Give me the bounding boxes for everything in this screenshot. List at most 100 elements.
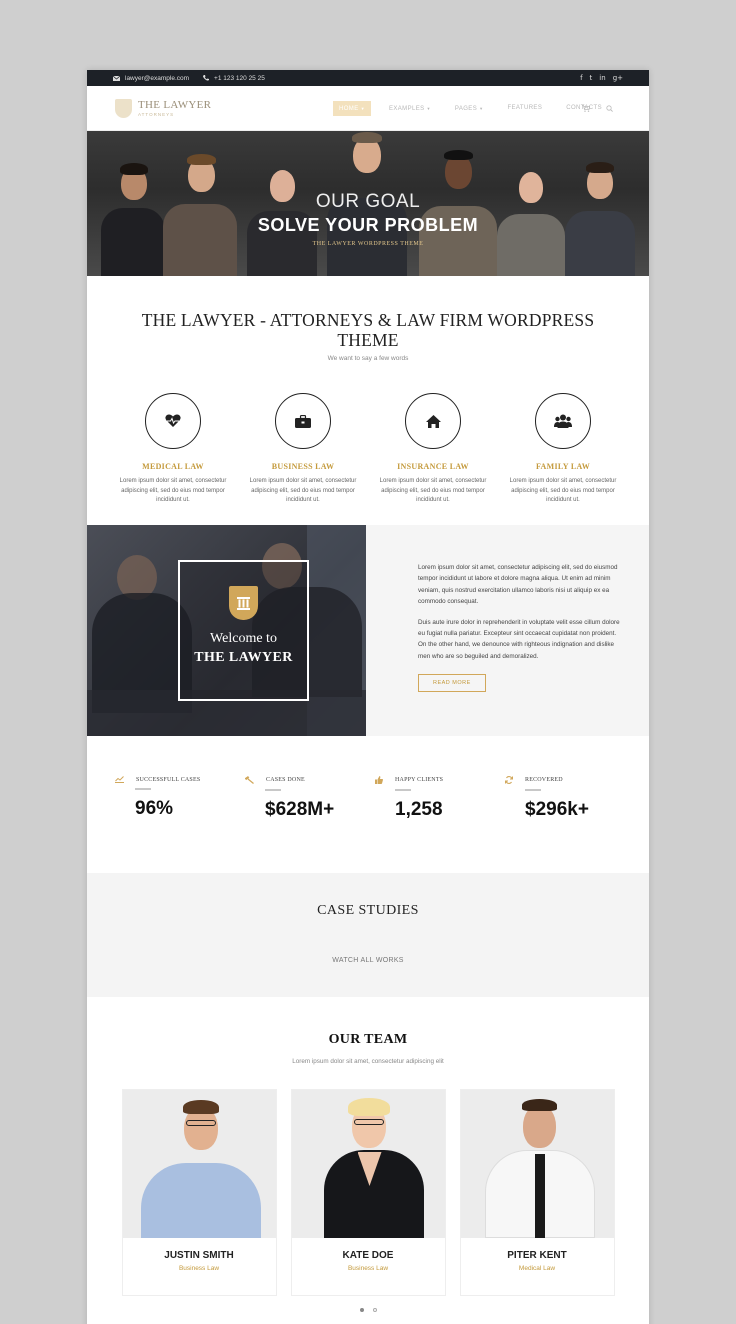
service-icon-circle	[535, 393, 591, 449]
team-subtitle: Lorem ipsum dolor sit amet, consectetur …	[292, 1058, 444, 1065]
main-nav: HOME ▼ EXAMPLES ▼ PAGES ▼ FEATURES CONTACTS	[333, 101, 620, 116]
welcome-paragraph-2: Duis aute irure dolor in reprehenderit i…	[418, 618, 620, 660]
service-title: MEDICAL LAW	[142, 462, 204, 471]
intro-title: THE LAWYER - ATTORNEYS & LAW FIRM WORDPR…	[141, 310, 595, 350]
team-member-photo	[122, 1090, 276, 1238]
welcome-box: Welcome to THE LAWYER	[178, 560, 309, 701]
team-member-role: Business Law	[347, 1265, 389, 1272]
chart-icon	[115, 776, 124, 783]
service-icon-circle	[405, 393, 461, 449]
chevron-down-icon: ▼	[426, 106, 431, 111]
logo[interactable]: THE LAWYER ATTORNEYS	[115, 98, 211, 118]
facebook-icon[interactable]: f	[580, 74, 582, 82]
read-more-button[interactable]: READ MORE	[418, 674, 486, 693]
team-member-card[interactable]: PITER KENT Medical Law	[459, 1089, 615, 1296]
stat-divider	[395, 789, 411, 791]
search-icon[interactable]	[606, 105, 613, 112]
hero-banner: OUR GOAL SOLVE YOUR PROBLEM THE LAWYER W…	[87, 131, 649, 276]
stat-divider	[265, 789, 281, 791]
team-member-photo	[460, 1090, 614, 1238]
logo-shield-icon	[115, 98, 132, 118]
google-plus-icon[interactable]: g+	[613, 74, 623, 82]
team-member-card[interactable]: KATE DOE Business Law	[290, 1089, 446, 1296]
chevron-down-icon: ▼	[479, 106, 484, 111]
team-member-name: JUSTIN SMITH	[164, 1250, 234, 1261]
top-bar: lawyer@example.com +1 123 120 25 25 f t …	[87, 70, 649, 86]
linkedin-icon[interactable]: in	[599, 74, 605, 82]
team-title: OUR TEAM	[328, 1032, 408, 1047]
team-member-name: PITER KENT	[507, 1250, 567, 1261]
service-item[interactable]: BUSINESS LAW Lorem ipsum dolor sit amet,…	[238, 393, 368, 506]
thumbs-up-icon	[375, 776, 383, 784]
team-member-role: Medical Law	[518, 1265, 556, 1272]
phone-link[interactable]: +1 123 120 25 25	[203, 75, 265, 82]
welcome-line-1: Welcome to	[210, 631, 277, 646]
stat-value: $628M+	[265, 799, 335, 820]
gavel-icon	[245, 776, 254, 784]
service-text: Lorem ipsum dolor sit amet, consectetur …	[379, 478, 487, 503]
service-text: Lorem ipsum dolor sit amet, consectetur …	[249, 478, 357, 503]
stats-section: SUCCESSFULL CASES 96% CASES DONE $628M+ …	[87, 776, 649, 821]
nav-home-label: HOME	[339, 106, 359, 112]
chevron-down-icon: ▼	[360, 106, 365, 111]
page: lawyer@example.com +1 123 120 25 25 f t …	[87, 70, 649, 1324]
hero-text: OUR GOAL SOLVE YOUR PROBLEM THE LAWYER W…	[87, 191, 649, 247]
team-member-name: KATE DOE	[342, 1250, 394, 1261]
nav-examples[interactable]: EXAMPLES ▼	[383, 101, 437, 116]
cart-icon[interactable]	[582, 105, 590, 112]
nav-features-label: FEATURES	[507, 105, 543, 111]
nav-home[interactable]: HOME ▼	[333, 101, 371, 116]
home-icon	[425, 414, 441, 428]
stat-label: HAPPY CLIENTS	[395, 777, 444, 783]
stat-label: RECOVERED	[525, 777, 563, 783]
stat-divider	[525, 789, 541, 791]
envelope-icon	[113, 75, 120, 81]
nav-pages[interactable]: PAGES ▼	[449, 101, 490, 116]
users-icon	[554, 414, 572, 428]
carousel-dots	[87, 1308, 649, 1312]
stat-item: RECOVERED $296k+	[505, 776, 635, 821]
case-studies-section: CASE STUDIES WATCH ALL WORKS	[87, 873, 649, 997]
stat-label: SUCCESSFULL CASES	[136, 776, 201, 783]
stat-item: HAPPY CLIENTS 1,258	[375, 776, 505, 821]
services-list: MEDICAL LAW Lorem ipsum dolor sit amet, …	[87, 393, 649, 506]
stat-divider	[135, 788, 151, 790]
service-item[interactable]: FAMILY LAW Lorem ipsum dolor sit amet, c…	[498, 393, 628, 506]
header-icons	[582, 105, 613, 112]
service-item[interactable]: INSURANCE LAW Lorem ipsum dolor sit amet…	[368, 393, 498, 506]
team-member-photo	[291, 1090, 445, 1238]
stat-value: 96%	[135, 798, 174, 819]
intro-section: THE LAWYER - ATTORNEYS & LAW FIRM WORDPR…	[87, 276, 649, 506]
hero-line-2: SOLVE YOUR PROBLEM	[257, 215, 479, 235]
welcome-text: Lorem ipsum dolor sit amet, consectetur …	[366, 525, 649, 736]
service-text: Lorem ipsum dolor sit amet, consectetur …	[119, 478, 227, 503]
service-item[interactable]: MEDICAL LAW Lorem ipsum dolor sit amet, …	[108, 393, 238, 506]
team-member-card[interactable]: JUSTIN SMITH Business Law	[121, 1089, 277, 1296]
hero-line-1: OUR GOAL	[315, 191, 421, 212]
nav-examples-label: EXAMPLES	[388, 106, 425, 112]
welcome-paragraph-1: Lorem ipsum dolor sit amet, consectetur …	[418, 564, 618, 606]
email-link[interactable]: lawyer@example.com	[113, 75, 189, 82]
stat-item: CASES DONE $628M+	[245, 776, 375, 821]
service-title: FAMILY LAW	[535, 462, 591, 471]
carousel-dot[interactable]	[372, 1308, 377, 1312]
team-section: OUR TEAM Lorem ipsum dolor sit amet, con…	[87, 1032, 649, 1312]
hero-line-3: THE LAWYER WORDPRESS THEME	[312, 241, 424, 247]
case-studies-title: CASE STUDIES	[317, 903, 419, 918]
carousel-dot[interactable]	[359, 1308, 364, 1312]
team-member-role: Business Law	[178, 1265, 220, 1272]
watch-all-works-link[interactable]: WATCH ALL WORKS	[87, 957, 649, 964]
stat-value: $296k+	[525, 799, 589, 820]
heart-pulse-icon	[165, 414, 181, 427]
pillar-shield-icon	[229, 586, 258, 620]
twitter-icon[interactable]: t	[590, 74, 593, 82]
phone-text: +1 123 120 25 25	[214, 74, 265, 82]
briefcase-icon	[295, 414, 311, 428]
nav-features[interactable]: FEATURES	[501, 101, 548, 116]
service-title: BUSINESS LAW	[271, 462, 335, 471]
service-title: INSURANCE LAW	[397, 462, 469, 471]
service-icon-circle	[275, 393, 331, 449]
stat-item: SUCCESSFULL CASES 96%	[115, 776, 245, 821]
social-links: f t in g+	[580, 70, 623, 86]
email-text: lawyer@example.com	[125, 74, 190, 82]
